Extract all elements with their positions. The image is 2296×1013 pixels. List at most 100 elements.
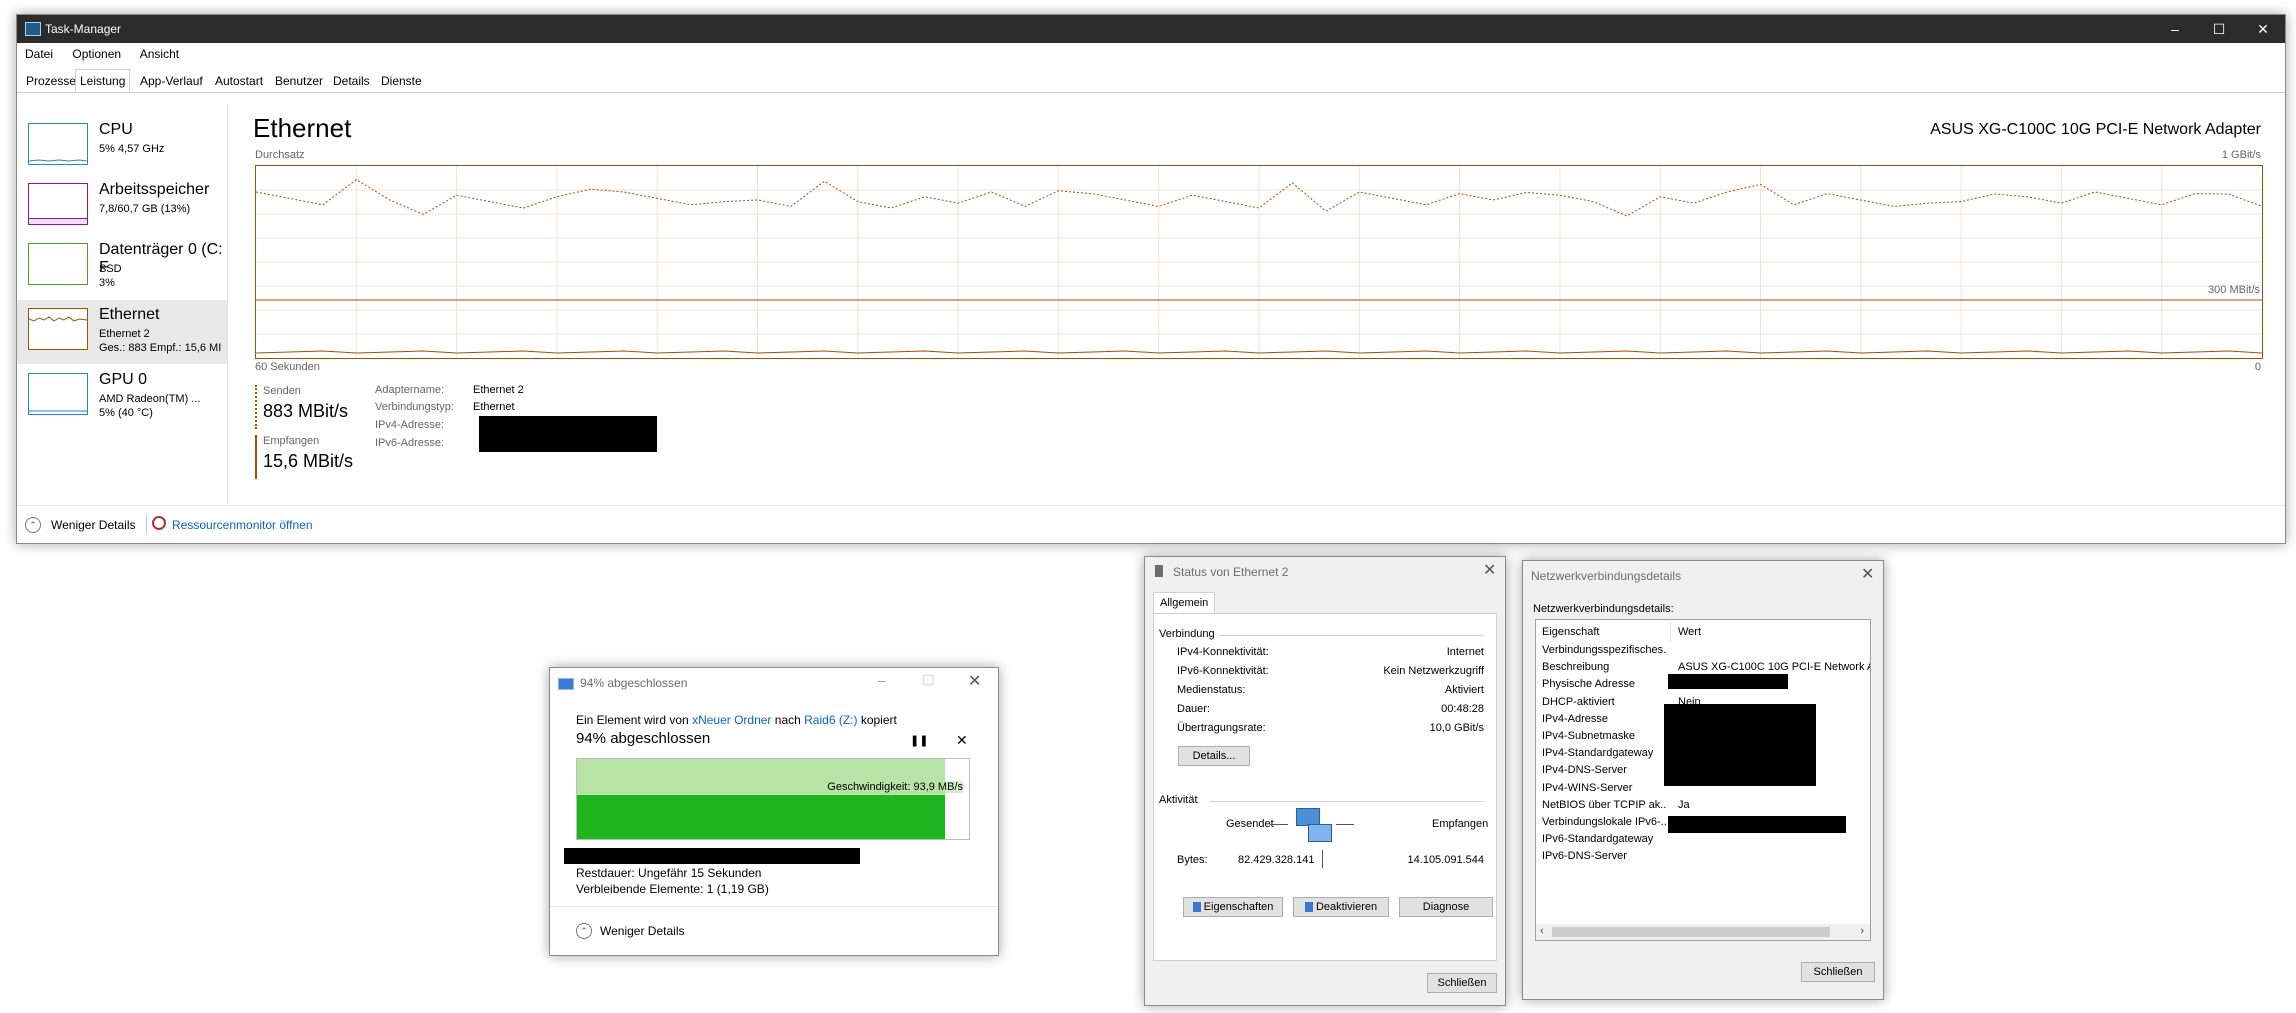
col-header-property[interactable]: Eigenschaft — [1542, 626, 1599, 638]
scale-mid-label: 300 MBit/s — [2208, 284, 2260, 296]
netdetails-window-title: Netzwerkverbindungsdetails — [1531, 569, 1682, 583]
redaction-box — [1664, 704, 1816, 786]
sidebar-line1: AMD Radeon(TM) ... — [99, 393, 201, 405]
group-verbindung: Verbindung — [1159, 628, 1215, 640]
tab-autostart[interactable]: Autostart — [210, 69, 268, 93]
close-button[interactable]: ✕ — [968, 671, 981, 691]
status-key: IPv4-Konnektivität: — [1177, 646, 1269, 658]
tab-leistung[interactable]: Leistung — [75, 69, 131, 92]
status-window-title: Status von Ethernet 2 — [1173, 565, 1289, 579]
redaction-box — [564, 848, 860, 864]
minimize-button[interactable]: – — [2153, 15, 2197, 43]
details-row-property[interactable]: NetBIOS über TCPIP ak... — [1542, 799, 1666, 811]
chevron-right-icon[interactable]: › — [1860, 925, 1864, 937]
sidebar-item-datentraeger[interactable]: Datenträger 0 (C: F SSD 3% — [17, 235, 227, 297]
menu-datei[interactable]: Datei — [25, 47, 53, 61]
deactivate-button[interactable]: Deaktivieren — [1293, 897, 1389, 917]
chevron-up-icon[interactable]: ⌃ — [576, 923, 592, 939]
copy-source-link[interactable]: xNeuer Ordner — [692, 713, 771, 727]
speed-graph: Geschwindigkeit: 93,9 MB/s — [576, 758, 970, 840]
details-row-property[interactable]: IPv6-DNS-Server — [1542, 850, 1666, 862]
scale-max-label: 1 GBit/s — [2221, 149, 2261, 161]
sidebar-line1: SSD — [99, 263, 122, 275]
copy-icon — [558, 678, 574, 690]
sent-label: Gesendet — [1226, 818, 1274, 830]
col-header-value[interactable]: Wert — [1678, 626, 1701, 638]
close-dialog-button[interactable]: Schließen — [1427, 973, 1497, 993]
details-row-property[interactable]: IPv4-Subnetmaske — [1542, 730, 1666, 742]
cancel-copy-button[interactable]: ✕ — [956, 732, 968, 749]
diagnose-button[interactable]: Diagnose — [1399, 897, 1493, 917]
copy-desc-suffix: kopiert — [857, 713, 897, 727]
minimize-button[interactable]: – — [878, 672, 886, 688]
horizontal-scrollbar[interactable]: ‹ › — [1536, 924, 1870, 940]
details-button[interactable]: Details... — [1178, 746, 1250, 766]
shield-icon — [1192, 902, 1201, 913]
details-listview[interactable]: Eigenschaft Wert Verbindungsspezifisches… — [1535, 619, 1871, 941]
rest-row: Restdauer: Ungefähr 15 Sekunden — [576, 866, 761, 880]
disk-thumbnail — [28, 243, 88, 285]
chevron-left-icon[interactable]: ‹ — [1540, 925, 1544, 937]
close-button[interactable]: ✕ — [1861, 564, 1874, 584]
network-icon — [1155, 565, 1163, 577]
details-row-property[interactable]: IPv4-DNS-Server — [1542, 764, 1666, 776]
close-button[interactable]: ✕ — [1483, 560, 1496, 580]
details-row-property[interactable]: DHCP-aktiviert — [1542, 696, 1666, 708]
details-row-property[interactable]: Verbindungslokale IPv6-... — [1542, 816, 1666, 828]
sidebar-name: GPU 0 — [99, 371, 148, 388]
group-line — [1218, 635, 1484, 636]
details-row-property[interactable]: IPv4-Adresse — [1542, 713, 1666, 725]
shield-icon — [1304, 902, 1313, 913]
less-details-link[interactable]: Weniger Details — [600, 924, 684, 938]
adapter-details: Adaptername: Ethernet 2 Verbindungstyp: … — [375, 384, 675, 464]
redaction-box — [479, 416, 657, 452]
tab-benutzer[interactable]: Benutzer — [270, 69, 328, 93]
network-computers-icon — [1294, 806, 1334, 848]
status-value: Aktiviert — [1444, 684, 1484, 696]
gpu-thumbnail — [28, 373, 88, 415]
copy-dest-link[interactable]: Raid6 (Z:) — [804, 713, 857, 727]
ethernet-thumbnail — [28, 308, 88, 350]
sidebar-item-cpu[interactable]: CPU 5% 4,57 GHz — [17, 115, 227, 177]
chevron-up-icon[interactable]: ⌃ — [25, 517, 41, 533]
detail-key: Adaptername: — [375, 384, 445, 396]
menu-ansicht[interactable]: Ansicht — [140, 47, 179, 61]
sidebar-item-gpu[interactable]: GPU 0 AMD Radeon(TM) ... 5% (40 °C) — [17, 365, 227, 427]
scrollbar-thumb[interactable] — [1552, 927, 1830, 937]
details-row-property[interactable]: IPv6-Standardgateway — [1542, 833, 1666, 845]
less-details-link[interactable]: Weniger Details — [51, 518, 135, 532]
main-heading: Ethernet — [253, 113, 352, 143]
redaction-box — [1668, 816, 1846, 833]
footer-bar: ⌃ Weniger Details Ressourcenmonitor öffn… — [17, 505, 2285, 544]
details-row-property[interactable]: Beschreibung — [1542, 661, 1666, 673]
close-dialog-button[interactable]: Schließen — [1801, 962, 1875, 982]
details-row-property[interactable]: Verbindungsspezifisches... — [1542, 644, 1666, 656]
sidebar-item-arbeitsspeicher[interactable]: Arbeitsspeicher 7,8/60,7 GB (13%) — [17, 175, 227, 237]
resource-monitor-link[interactable]: Ressourcenmonitor öffnen — [172, 518, 313, 532]
detail-value: Ethernet — [473, 401, 515, 413]
tab-allgemein[interactable]: Allgemein — [1153, 592, 1216, 613]
status-key: Dauer: — [1177, 703, 1211, 715]
resource-monitor-icon — [152, 516, 166, 530]
sidebar-item-ethernet[interactable]: Ethernet Ethernet 2 Ges.: 883 Empf.: 15,… — [17, 300, 227, 364]
details-row-property[interactable]: IPv4-Standardgateway — [1542, 747, 1666, 759]
status-panel: Verbindung IPv4-Konnektivität: Internet … — [1153, 613, 1497, 961]
close-button[interactable]: ✕ — [2241, 15, 2285, 43]
menu-optionen[interactable]: Optionen — [72, 47, 121, 61]
tab-prozesse[interactable]: Prozesse — [21, 69, 81, 93]
details-row-property[interactable]: IPv4-WINS-Server — [1542, 782, 1666, 794]
pause-button[interactable]: ❚❚ — [910, 734, 928, 747]
deactivate-label: Deaktivieren — [1315, 901, 1378, 913]
tab-details[interactable]: Details — [328, 69, 375, 93]
sidebar-line1: 7,8/60,7 GB (13%) — [99, 203, 191, 215]
details-row-property[interactable]: Physische Adresse — [1542, 678, 1666, 690]
task-manager-window: Task-Manager – ☐ ✕ Datei Optionen Ansich… — [16, 14, 2286, 544]
tab-dienste[interactable]: Dienste — [376, 69, 427, 93]
title-bar[interactable]: Task-Manager – ☐ ✕ — [17, 15, 2285, 43]
throughput-graph-svg — [255, 166, 2263, 358]
sidebar-line1: 5% 4,57 GHz — [99, 143, 165, 155]
rest-label: Restdauer: — [576, 866, 635, 880]
tab-app-verlauf[interactable]: App-Verlauf — [135, 69, 208, 93]
maximize-button[interactable]: ☐ — [2197, 15, 2241, 43]
properties-button[interactable]: Eigenschaften — [1183, 897, 1283, 917]
